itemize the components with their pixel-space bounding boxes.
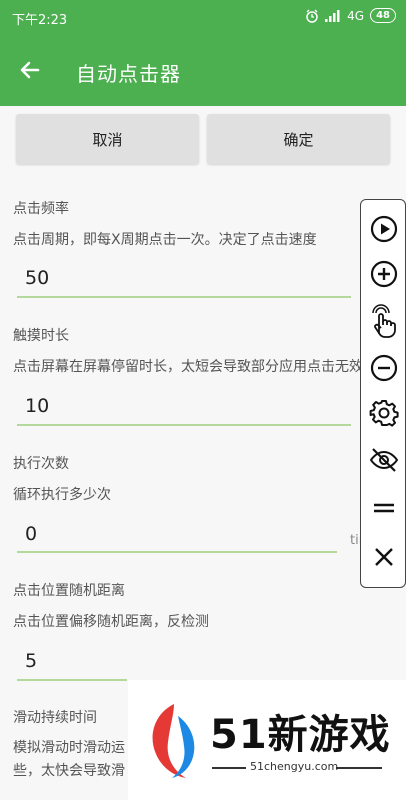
close-icon[interactable] xyxy=(367,540,401,574)
watermark-text: 51新游戏 xyxy=(210,712,391,758)
hide-eye-icon[interactable] xyxy=(367,443,401,477)
execution-count-input[interactable]: 0 xyxy=(25,523,37,545)
setting-desc-click-frequency: 点击周期，即每X周期点击一次。决定了点击速度 xyxy=(13,232,317,248)
back-arrow-icon[interactable] xyxy=(16,56,44,84)
setting-title-touch-duration: 触摸时长 xyxy=(13,328,69,344)
watermark-url: 51chengyu.com xyxy=(250,760,339,773)
app-bar: 自动点击器 xyxy=(0,34,406,106)
status-icons: 4G 48 xyxy=(305,8,396,23)
setting-title-execution-count: 执行次数 xyxy=(13,456,69,472)
watermark-logo: 51新游戏 51chengyu.com xyxy=(128,680,406,800)
status-time: 下午2:23 xyxy=(12,13,68,28)
input-underline xyxy=(17,424,351,426)
input-underline xyxy=(17,296,351,298)
watermark-rule-left xyxy=(212,767,246,769)
drag-handle-icon[interactable] xyxy=(367,491,401,525)
setting-desc-swipe-duration: 模拟滑动时滑动运 xyxy=(13,740,125,756)
signal-icon xyxy=(325,9,340,22)
add-icon[interactable] xyxy=(367,257,401,291)
watermark-rule-right xyxy=(336,767,382,769)
random-offset-input[interactable]: 5 xyxy=(25,650,37,672)
input-underline xyxy=(17,551,337,553)
setting-title-random-offset: 点击位置随机距离 xyxy=(13,583,125,599)
setting-title-swipe-duration: 滑动持续时间 xyxy=(13,710,97,726)
battery-indicator: 48 xyxy=(370,8,396,23)
logo-mark-icon xyxy=(152,704,195,778)
input-underline xyxy=(17,679,127,681)
click-frequency-input[interactable]: 50 xyxy=(25,267,49,289)
settings-gear-icon[interactable] xyxy=(367,396,401,430)
ok-button[interactable]: 确定 xyxy=(207,114,390,164)
setting-desc-execution-count: 循环执行多少次 xyxy=(13,487,111,503)
alarm-icon xyxy=(306,9,318,23)
setting-desc-random-offset: 点击位置偏移随机距离，反检测 xyxy=(13,614,209,630)
floating-toolbar xyxy=(360,199,406,588)
tap-hand-icon[interactable] xyxy=(367,304,401,338)
setting-title-click-frequency: 点击频率 xyxy=(13,201,69,217)
remove-icon[interactable] xyxy=(367,351,401,385)
network-type: 4G xyxy=(347,8,365,23)
page-title: 自动点击器 xyxy=(76,62,181,86)
touch-duration-input[interactable]: 10 xyxy=(25,395,49,417)
setting-desc-swipe-duration-2: 些，太快会导致滑 xyxy=(13,763,125,779)
setting-desc-touch-duration: 点击屏幕在屏幕停留时长，太短会导致部分应用点击无效 xyxy=(13,359,363,375)
status-bar: 下午2:23 4G 48 xyxy=(0,0,406,34)
play-icon[interactable] xyxy=(367,212,401,246)
cancel-button[interactable]: 取消 xyxy=(16,114,199,164)
